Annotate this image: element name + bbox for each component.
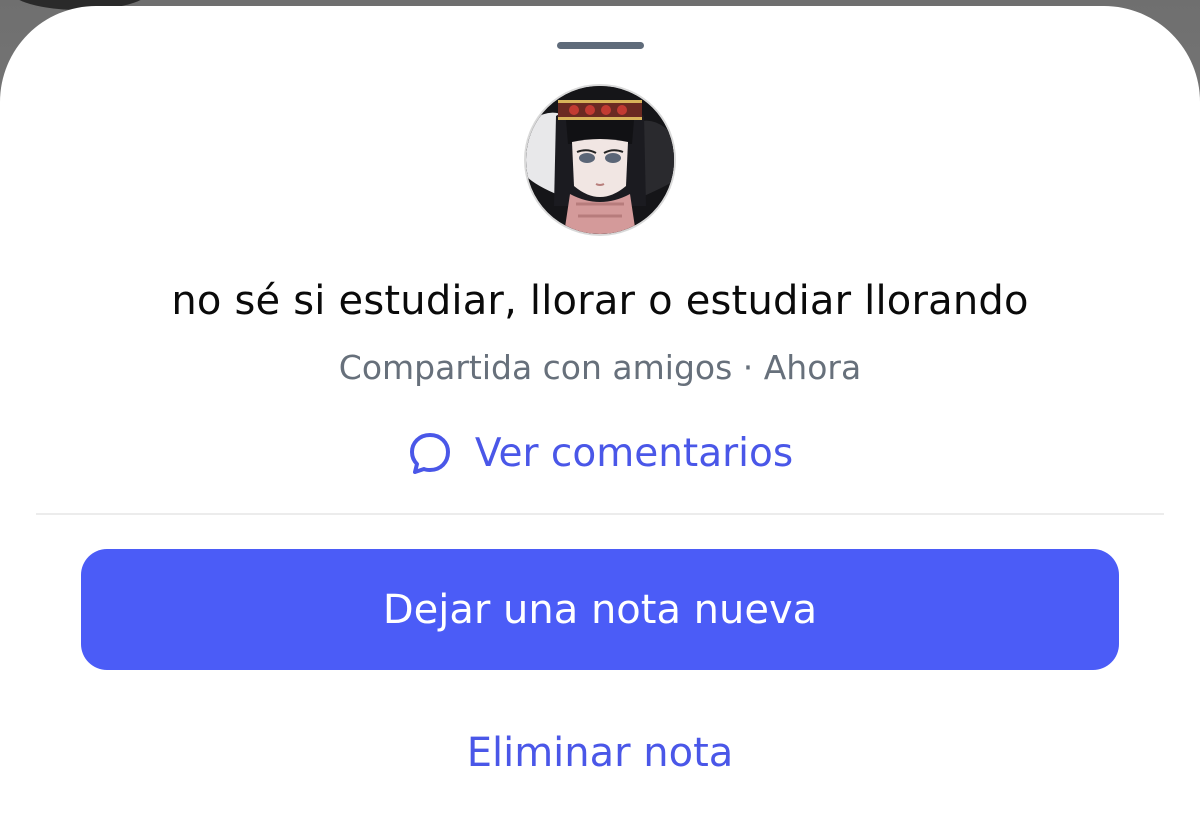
avatar-illustration (526, 86, 674, 234)
delete-note-button[interactable]: Eliminar nota (0, 730, 1200, 776)
divider (36, 513, 1164, 515)
view-comments-link[interactable]: Ver comentarios (0, 430, 1200, 476)
note-bottom-sheet: no sé si estudiar, llorar o estudiar llo… (0, 6, 1200, 832)
view-comments-label: Ver comentarios (474, 430, 794, 476)
new-note-button[interactable]: Dejar una nota nueva (81, 549, 1119, 670)
avatar[interactable] (524, 84, 676, 236)
comment-bubble-icon (407, 430, 453, 476)
note-meta: Compartida con amigos · Ahora (338, 348, 862, 387)
drag-handle[interactable] (557, 42, 644, 49)
note-text: no sé si estudiar, llorar o estudiar llo… (171, 278, 1029, 324)
